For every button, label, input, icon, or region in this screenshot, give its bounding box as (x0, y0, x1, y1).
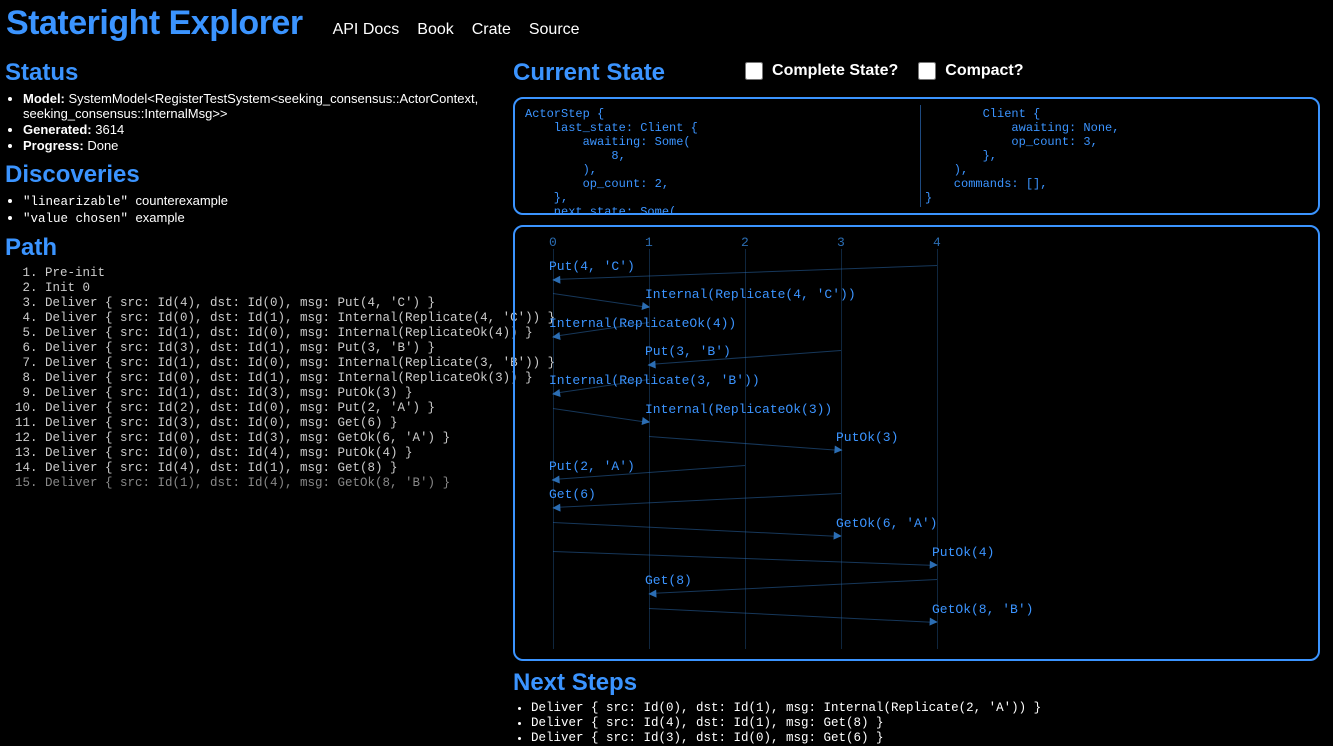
lane-number: 4 (933, 235, 941, 250)
next-step-item: Deliver { src: Id(0), dst: Id(1), msg: I… (531, 701, 1328, 715)
message-label: PutOk(4) (932, 545, 994, 560)
message-label: GetOk(6, 'A') (836, 516, 937, 531)
status-model-label: Model: (23, 91, 65, 106)
message-arrow (553, 522, 841, 537)
discovery-item: "linearizable" counterexample (23, 193, 505, 209)
next-step-link[interactable]: Deliver { src: Id(3), dst: Id(0), msg: G… (531, 731, 884, 745)
message-label: Internal(ReplicateOk(3)) (645, 402, 832, 417)
complete-state-label: Complete State? (772, 62, 898, 80)
discoveries-heading: Discoveries (5, 161, 505, 189)
compact-label: Compact? (945, 62, 1023, 80)
message-arrow (649, 579, 937, 594)
state-text-box: ActorStep { last_state: Client { awaitin… (513, 97, 1320, 215)
message-label: Internal(ReplicateOk(4)) (549, 316, 736, 331)
path-step[interactable]: Deliver { src: Id(0), dst: Id(3), msg: G… (45, 431, 505, 445)
complete-state-toggle[interactable]: Complete State? (741, 59, 898, 83)
path-step[interactable]: Deliver { src: Id(4), dst: Id(1), msg: G… (45, 461, 505, 475)
path-step[interactable]: Deliver { src: Id(1), dst: Id(0), msg: I… (45, 326, 505, 340)
sequence-diagram: 0 1 2 3 4 Put(4, 'C') Internal(Replicate(4, 'C… (513, 225, 1320, 661)
lane-line (937, 249, 938, 649)
message-label: Internal(Replicate(3, 'B')) (549, 373, 760, 388)
nav-link-source[interactable]: Source (529, 21, 580, 38)
path-step[interactable]: Deliver { src: Id(3), dst: Id(1), msg: P… (45, 341, 505, 355)
app-title: Stateright Explorer (6, 4, 303, 43)
next-step-link[interactable]: Deliver { src: Id(0), dst: Id(1), msg: I… (531, 701, 1041, 715)
complete-state-checkbox[interactable] (745, 62, 763, 80)
message-label: PutOk(3) (836, 430, 898, 445)
status-model: Model: SystemModel<RegisterTestSystem<se… (23, 91, 505, 121)
lane-number: 0 (549, 235, 557, 250)
path-step[interactable]: Deliver { src: Id(0), dst: Id(1), msg: I… (45, 311, 505, 325)
message-label: Put(4, 'C') (549, 259, 635, 274)
path-step[interactable]: Deliver { src: Id(0), dst: Id(1), msg: I… (45, 371, 505, 385)
message-arrow (553, 293, 649, 308)
message-label: Get(8) (645, 573, 692, 588)
message-label: Get(6) (549, 487, 596, 502)
path-step[interactable]: Deliver { src: Id(1), dst: Id(0), msg: I… (45, 356, 505, 370)
path-step[interactable]: Deliver { src: Id(1), dst: Id(4), msg: G… (45, 476, 505, 490)
header-bar: Stateright Explorer API Docs Book Crate Sou… (0, 0, 1333, 51)
header-nav: API Docs Book Crate Source (333, 21, 598, 39)
status-model-value: SystemModel<RegisterTestSystem<seeking_c… (23, 91, 478, 121)
status-generated-value: 3614 (95, 122, 124, 137)
message-label: Put(2, 'A') (549, 459, 635, 474)
discovery-link[interactable]: counterexample (136, 193, 229, 208)
discoveries-list: "linearizable" counterexample"value chos… (23, 193, 505, 226)
message-arrow (649, 608, 937, 623)
next-step-item: Deliver { src: Id(3), dst: Id(0), msg: G… (531, 731, 1328, 745)
lane-number: 1 (645, 235, 653, 250)
status-heading: Status (5, 59, 505, 87)
next-step-link[interactable]: Deliver { src: Id(4), dst: Id(1), msg: G… (531, 716, 884, 730)
message-arrow (553, 408, 649, 423)
discovery-prop: "value chosen" (23, 212, 136, 226)
path-step[interactable]: Pre-init (45, 266, 505, 280)
state-text-left: ActorStep { last_state: Client { awaitin… (525, 107, 698, 215)
path-heading: Path (5, 234, 505, 262)
state-text-divider (920, 105, 921, 207)
status-list: Model: SystemModel<RegisterTestSystem<se… (23, 91, 505, 153)
lane-line (553, 249, 554, 649)
discovery-prop: "linearizable" (23, 195, 136, 209)
nav-link-api-docs[interactable]: API Docs (333, 21, 400, 38)
path-list: Pre-initInit 0Deliver { src: Id(4), dst:… (5, 266, 505, 490)
message-label: Put(3, 'B') (645, 344, 731, 359)
path-step[interactable]: Deliver { src: Id(3), dst: Id(0), msg: G… (45, 416, 505, 430)
discovery-link[interactable]: example (136, 210, 185, 225)
message-label: Internal(Replicate(4, 'C')) (645, 287, 856, 302)
message-arrow (553, 493, 841, 508)
discovery-item: "value chosen" example (23, 210, 505, 226)
status-generated-label: Generated: (23, 122, 92, 137)
next-steps-list: Deliver { src: Id(0), dst: Id(1), msg: I… (531, 701, 1328, 746)
path-step[interactable]: Init 0 (45, 281, 505, 295)
state-text-right: Client { awaiting: None, op_count: 3, },… (925, 107, 1119, 205)
next-step-item: Deliver { src: Id(4), dst: Id(1), msg: G… (531, 716, 1328, 730)
path-step[interactable]: Deliver { src: Id(0), dst: Id(4), msg: P… (45, 446, 505, 460)
nav-link-crate[interactable]: Crate (472, 21, 511, 38)
status-generated: Generated: 3614 (23, 122, 505, 137)
lane-number: 2 (741, 235, 749, 250)
compact-toggle[interactable]: Compact? (914, 59, 1023, 83)
path-step[interactable]: Deliver { src: Id(4), dst: Id(0), msg: P… (45, 296, 505, 310)
nav-link-book[interactable]: Book (417, 21, 453, 38)
compact-checkbox[interactable] (918, 62, 936, 80)
status-progress-value: Done (87, 138, 118, 153)
status-progress: Progress: Done (23, 138, 505, 153)
path-step[interactable]: Deliver { src: Id(1), dst: Id(3), msg: P… (45, 386, 505, 400)
current-state-heading: Current State (513, 59, 665, 87)
lane-number: 3 (837, 235, 845, 250)
message-label: GetOk(8, 'B') (932, 602, 1033, 617)
next-steps-heading: Next Steps (513, 669, 1328, 697)
status-progress-label: Progress: (23, 138, 84, 153)
path-step[interactable]: Deliver { src: Id(2), dst: Id(0), msg: P… (45, 401, 505, 415)
